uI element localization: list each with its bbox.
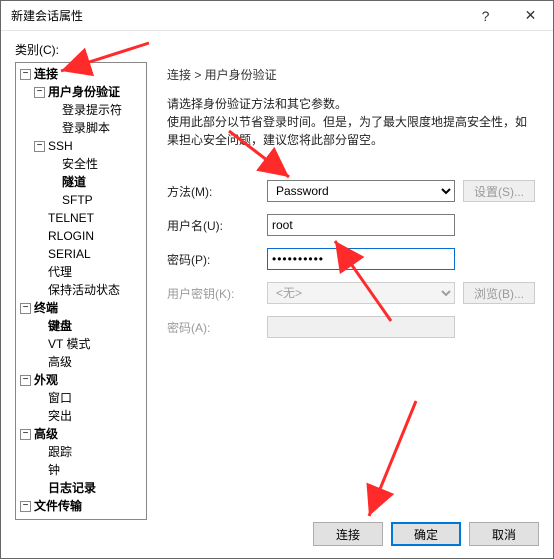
- tree-label: 高级: [34, 425, 58, 443]
- description-line: 使用此部分以节省登录时间。但是，为了最大限度地提高安全性，如果担心安全问题，建议…: [167, 113, 535, 149]
- collapse-icon: −: [20, 375, 31, 386]
- collapse-icon: −: [20, 501, 31, 512]
- username-label: 用户名(U):: [167, 217, 267, 234]
- tree-label: 突出: [48, 407, 72, 425]
- tree-item-filetransfer[interactable]: − 文件传输: [16, 497, 146, 515]
- tree-label: 钟: [48, 461, 60, 479]
- collapse-icon: −: [20, 303, 31, 314]
- tree-item-vtmode[interactable]: VT 模式: [16, 335, 146, 353]
- tree-item-sftp[interactable]: SFTP: [16, 191, 146, 209]
- tree-item-auth[interactable]: − 用户身份验证: [16, 83, 146, 101]
- passphrase-input: [267, 316, 455, 338]
- tree-label: 安全性: [62, 155, 98, 173]
- tree-label: SSH: [48, 137, 73, 155]
- passphrase-label: 密码(A):: [167, 319, 267, 336]
- tree-label: SERIAL: [48, 245, 91, 263]
- main-area: − 连接 − 用户身份验证 登录提示符 登录脚本: [15, 62, 539, 520]
- tree-label: 高级: [48, 353, 72, 371]
- connect-button[interactable]: 连接: [313, 522, 383, 546]
- title-bar: 新建会话属性 ? ✕: [1, 1, 553, 31]
- tree-label: 终端: [34, 299, 58, 317]
- tree-label: 日志记录: [48, 479, 96, 497]
- collapse-icon: −: [20, 69, 31, 80]
- tree-item-connection[interactable]: − 连接: [16, 65, 146, 83]
- tree-label: 登录脚本: [62, 119, 110, 137]
- method-label: 方法(M):: [167, 183, 267, 200]
- tree-item-logging[interactable]: 日志记录: [16, 479, 146, 497]
- tree-label: 窗口: [48, 389, 72, 407]
- settings-panel: 连接 > 用户身份验证 请选择身份验证方法和其它参数。 使用此部分以节省登录时间…: [147, 62, 539, 520]
- tree-item-xymodem[interactable]: X/YMODEM: [16, 515, 146, 520]
- tree-label: 文件传输: [34, 497, 82, 515]
- tree-label: TELNET: [48, 209, 94, 227]
- breadcrumb: 连接 > 用户身份验证: [167, 66, 535, 83]
- tree-item-keyboard[interactable]: 键盘: [16, 317, 146, 335]
- tree-item-appearance[interactable]: − 外观: [16, 371, 146, 389]
- tree-label: SFTP: [62, 191, 93, 209]
- tree-label: VT 模式: [48, 335, 90, 353]
- tree-label: 代理: [48, 263, 72, 281]
- tree-item-tunnel[interactable]: 隧道: [16, 173, 146, 191]
- browse-button: 浏览(B)...: [463, 282, 535, 304]
- tree-item-serial[interactable]: SERIAL: [16, 245, 146, 263]
- tree-label: 键盘: [48, 317, 72, 335]
- tree-label: X/YMODEM: [48, 515, 113, 520]
- tree-item-telnet[interactable]: TELNET: [16, 209, 146, 227]
- help-button[interactable]: ?: [463, 1, 508, 31]
- tree-item-prompt[interactable]: 登录提示符: [16, 101, 146, 119]
- tree-item-proxy[interactable]: 代理: [16, 263, 146, 281]
- ok-button[interactable]: 确定: [391, 522, 461, 546]
- collapse-icon: −: [34, 87, 45, 98]
- window-title: 新建会话属性: [11, 7, 463, 24]
- tree-item-script[interactable]: 登录脚本: [16, 119, 146, 137]
- tree-item-highlight[interactable]: 突出: [16, 407, 146, 425]
- setup-button: 设置(S)...: [463, 180, 535, 202]
- collapse-icon: −: [34, 141, 45, 152]
- tree-label: RLOGIN: [48, 227, 94, 245]
- help-icon: ?: [482, 8, 490, 24]
- password-label: 密码(P):: [167, 251, 267, 268]
- dialog-footer: 连接 确定 取消: [313, 522, 539, 546]
- tree-item-trace[interactable]: 跟踪: [16, 443, 146, 461]
- category-tree[interactable]: − 连接 − 用户身份验证 登录提示符 登录脚本: [15, 62, 147, 520]
- method-select[interactable]: Password: [267, 180, 455, 202]
- tree-item-ssh[interactable]: − SSH: [16, 137, 146, 155]
- tree-item-keepalive[interactable]: 保持活动状态: [16, 281, 146, 299]
- tree-label: 外观: [34, 371, 58, 389]
- username-input[interactable]: [267, 214, 455, 236]
- description-line: 请选择身份验证方法和其它参数。: [167, 95, 535, 113]
- tree-label: 保持活动状态: [48, 281, 120, 299]
- collapse-icon: −: [20, 429, 31, 440]
- tree-label: 跟踪: [48, 443, 72, 461]
- tree-item-advanced[interactable]: 高级: [16, 353, 146, 371]
- description: 请选择身份验证方法和其它参数。 使用此部分以节省登录时间。但是，为了最大限度地提…: [167, 95, 535, 149]
- tree-label: 隧道: [62, 173, 86, 191]
- tree-label: 连接: [34, 65, 58, 83]
- tree-item-security[interactable]: 安全性: [16, 155, 146, 173]
- tree-item-advanced2[interactable]: − 高级: [16, 425, 146, 443]
- tree-item-bell[interactable]: 钟: [16, 461, 146, 479]
- close-icon: ✕: [525, 7, 537, 24]
- category-label: 类别(C):: [15, 41, 539, 58]
- close-button[interactable]: ✕: [508, 1, 553, 31]
- dialog-body: 类别(C): − 连接 − 用户身份验证: [1, 31, 553, 558]
- password-input[interactable]: [267, 248, 455, 270]
- tree-item-window[interactable]: 窗口: [16, 389, 146, 407]
- userkey-select: <无>: [267, 282, 455, 304]
- tree-label: 用户身份验证: [48, 83, 120, 101]
- tree-label: 登录提示符: [62, 101, 122, 119]
- cancel-button[interactable]: 取消: [469, 522, 539, 546]
- tree-item-rlogin[interactable]: RLOGIN: [16, 227, 146, 245]
- tree-item-terminal[interactable]: − 终端: [16, 299, 146, 317]
- userkey-label: 用户密钥(K):: [167, 285, 267, 302]
